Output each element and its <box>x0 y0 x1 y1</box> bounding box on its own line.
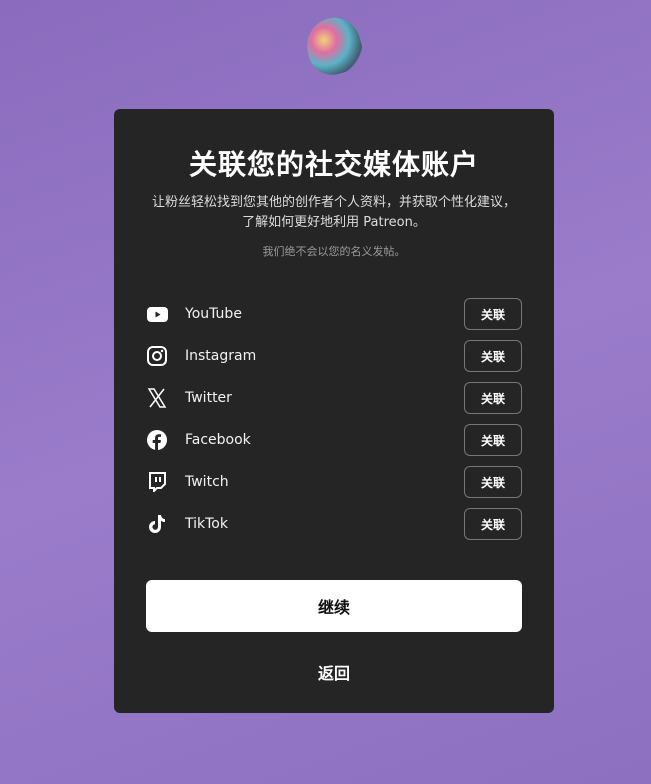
twitch-icon <box>146 471 168 493</box>
patreon-logo <box>300 11 368 81</box>
link-tiktok-button[interactable]: 关联 <box>464 508 522 540</box>
account-name: Instagram <box>185 348 257 364</box>
link-facebook-button[interactable]: 关联 <box>464 424 522 456</box>
link-twitch-button[interactable]: 关联 <box>464 466 522 498</box>
link-twitter-button[interactable]: 关联 <box>464 382 522 414</box>
account-row-tiktok: TikTok 关联 <box>146 503 522 545</box>
account-name: Facebook <box>185 432 251 448</box>
link-instagram-button[interactable]: 关联 <box>464 340 522 372</box>
facebook-icon <box>146 429 168 451</box>
account-list: YouTube 关联 Instagram 关联 Twitter 关联 Faceb… <box>146 293 522 545</box>
connect-social-card: 关联您的社交媒体账户 让粉丝轻松找到您其他的创作者个人资料，并获取个性化建议，了… <box>114 109 554 713</box>
x-icon <box>146 387 168 409</box>
youtube-icon <box>146 303 168 325</box>
continue-button[interactable]: 继续 <box>146 580 522 632</box>
privacy-note: 我们绝不会以您的名义发帖。 <box>262 245 406 258</box>
account-row-twitch: Twitch 关联 <box>146 461 522 503</box>
subtitle: 让粉丝轻松找到您其他的创作者个人资料，并获取个性化建议，了解如何更好地利用 Pa… <box>152 195 517 230</box>
page-title: 关联您的社交媒体账户 <box>188 148 479 181</box>
account-name: Twitter <box>185 390 232 406</box>
instagram-icon <box>146 345 168 367</box>
account-name: Twitch <box>185 474 229 490</box>
account-row-instagram: Instagram 关联 <box>146 335 522 377</box>
tiktok-icon <box>146 513 168 535</box>
back-button[interactable]: 返回 <box>318 660 350 684</box>
account-name: YouTube <box>185 306 242 322</box>
account-row-twitter: Twitter 关联 <box>146 377 522 419</box>
account-name: TikTok <box>185 516 228 532</box>
link-youtube-button[interactable]: 关联 <box>464 298 522 330</box>
account-row-facebook: Facebook 关联 <box>146 419 522 461</box>
account-row-youtube: YouTube 关联 <box>146 293 522 335</box>
